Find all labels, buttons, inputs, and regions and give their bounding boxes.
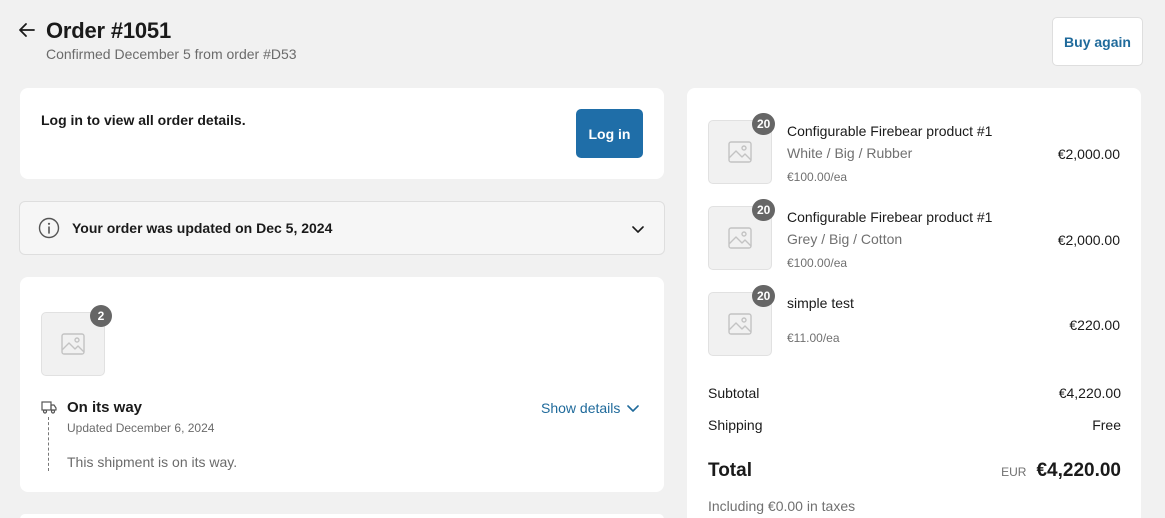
- shipping-row: Shipping Free: [708, 417, 1121, 433]
- truck-icon: [41, 401, 57, 414]
- taxes-note: Including €0.00 in taxes: [708, 498, 856, 514]
- timeline-connector: [48, 417, 49, 471]
- image-placeholder-icon: [61, 333, 85, 355]
- product-name: Configurable Firebear product #1: [787, 123, 993, 139]
- chevron-down-icon: [627, 405, 640, 412]
- shipping-label: Shipping: [708, 417, 763, 433]
- quantity-badge: 20: [752, 113, 776, 135]
- image-placeholder-icon: [728, 141, 752, 163]
- quantity-badge: 20: [752, 199, 776, 221]
- chevron-down-icon[interactable]: [630, 221, 646, 237]
- subtotal-row: Subtotal €4,220.00: [708, 385, 1121, 401]
- login-card: Log in to view all order details. Log in: [20, 88, 664, 179]
- unit-price: €11.00/ea: [787, 331, 840, 345]
- image-placeholder-icon: [728, 313, 752, 335]
- info-icon: [38, 217, 60, 239]
- subtotal-value: €4,220.00: [1058, 385, 1121, 401]
- show-details-label: Show details: [541, 400, 621, 416]
- image-placeholder-icon: [728, 227, 752, 249]
- product-variant: White / Big / Rubber: [787, 145, 913, 161]
- back-arrow-icon[interactable]: [17, 20, 37, 40]
- shipment-item-count-badge: 2: [90, 305, 112, 327]
- line-item: 20 simple test €11.00/ea €220.00: [687, 285, 1141, 362]
- order-confirmation-subtitle: Confirmed December 5 from order #D53: [46, 46, 297, 62]
- shipment-card: 2 On its way Updated December 6, 2024 Th…: [20, 277, 664, 492]
- line-price: €220.00: [1069, 317, 1120, 333]
- line-item: 20 Configurable Firebear product #1 Whit…: [687, 113, 1141, 190]
- line-price: €2,000.00: [1057, 146, 1120, 162]
- login-prompt: Log in to view all order details.: [41, 112, 246, 128]
- show-details-link[interactable]: Show details: [541, 400, 640, 416]
- line-item: 20 Configurable Firebear product #1 Grey…: [687, 199, 1141, 276]
- total-row: Total EUR €4,220.00: [708, 460, 1121, 482]
- currency-code: EUR: [1001, 465, 1027, 479]
- unit-price: €100.00/ea: [787, 256, 848, 270]
- page-title: Order #1051: [46, 18, 171, 43]
- order-update-text: Your order was updated on Dec 5, 2024: [72, 220, 333, 236]
- line-price: €2,000.00: [1057, 232, 1120, 248]
- shipping-value: Free: [1092, 417, 1121, 433]
- unit-price: €100.00/ea: [787, 170, 848, 184]
- login-button[interactable]: Log in: [576, 109, 643, 158]
- order-summary-card: 20 Configurable Firebear product #1 Whit…: [687, 88, 1141, 518]
- product-name: Configurable Firebear product #1: [787, 209, 993, 225]
- product-variant: Grey / Big / Cotton: [787, 231, 903, 247]
- shipment-status: On its way: [67, 399, 143, 416]
- subtotal-label: Subtotal: [708, 385, 760, 401]
- product-name: simple test: [787, 295, 854, 311]
- buy-again-button[interactable]: Buy again: [1052, 17, 1143, 66]
- quantity-badge: 20: [752, 285, 776, 307]
- shipment-description: This shipment is on its way.: [67, 454, 238, 470]
- shipment-updated-date: Updated December 6, 2024: [67, 421, 215, 435]
- next-card-edge: [20, 514, 664, 518]
- total-label: Total: [708, 460, 752, 481]
- total-value: €4,220.00: [1036, 460, 1121, 481]
- order-update-notice[interactable]: Your order was updated on Dec 5, 2024: [19, 201, 665, 255]
